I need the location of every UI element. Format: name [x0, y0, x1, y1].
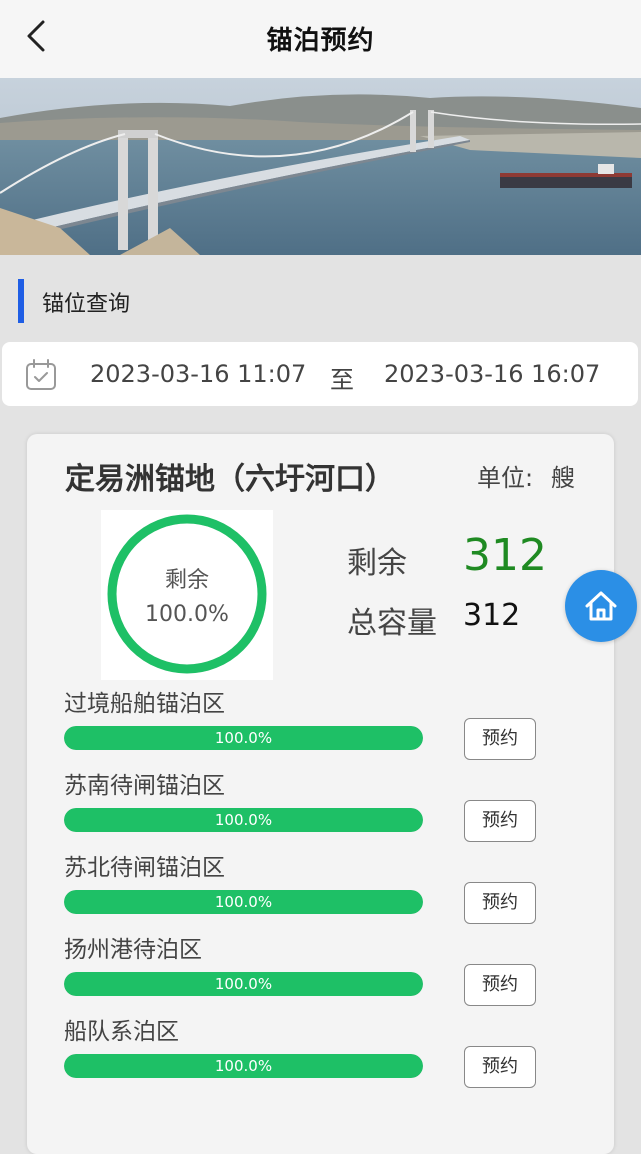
zone-progress-text: 100.0% [214, 893, 273, 911]
zone-item: 船队系泊区 100.0% 预约 [64, 1012, 584, 1094]
zone-name: 过境船舶锚泊区 [64, 691, 225, 717]
home-icon [585, 591, 617, 621]
zone-progress-text: 100.0% [214, 1057, 273, 1075]
section-accent-bar [18, 279, 24, 323]
anchorage-name: 定易洲锚地（六圩河口） [65, 462, 395, 497]
total-capacity-value: 312 [463, 598, 521, 633]
section-title: 锚位查询 [42, 292, 131, 317]
remaining-value: 312 [463, 530, 547, 581]
page-title: 锚泊预约 [266, 26, 375, 56]
zone-item: 过境船舶锚泊区 100.0% 预约 [64, 684, 584, 766]
zone-name: 扬州港待泊区 [64, 937, 202, 963]
end-datetime[interactable]: 2023-03-16 16:07 [384, 360, 600, 388]
zone-progress-text: 100.0% [214, 729, 273, 747]
reserve-button[interactable]: 预约 [464, 718, 536, 760]
date-range-picker[interactable]: 2023-03-16 11:07 至 2023-03-16 16:07 [2, 342, 638, 406]
zone-progress-bar: 100.0% [64, 1054, 423, 1078]
remaining-label: 剩余 [347, 546, 407, 581]
zone-item: 扬州港待泊区 100.0% 预约 [64, 930, 584, 1012]
gauge-ring [107, 514, 267, 674]
zone-progress-bar: 100.0% [64, 890, 423, 914]
zone-name: 船队系泊区 [64, 1019, 179, 1045]
zone-name: 苏北待闸锚泊区 [64, 855, 225, 881]
top-nav-bar: 锚泊预约 [0, 0, 641, 78]
reserve-button[interactable]: 预约 [464, 882, 536, 924]
zone-item: 苏北待闸锚泊区 100.0% 预约 [64, 848, 584, 930]
remaining-gauge: 剩余 100.0% [101, 510, 273, 680]
zone-progress-text: 100.0% [214, 811, 273, 829]
zone-name: 苏南待闸锚泊区 [64, 773, 225, 799]
zone-progress-bar: 100.0% [64, 808, 423, 832]
unit-value: 艘 [551, 464, 575, 492]
reserve-button[interactable]: 预约 [464, 1046, 536, 1088]
gauge-label: 剩余 [164, 568, 209, 593]
banner-image [0, 78, 641, 255]
reserve-button[interactable]: 预约 [464, 800, 536, 842]
reserve-button[interactable]: 预约 [464, 964, 536, 1006]
zone-progress-bar: 100.0% [64, 972, 423, 996]
home-button[interactable] [565, 570, 637, 642]
zone-item: 苏南待闸锚泊区 100.0% 预约 [64, 766, 584, 848]
total-capacity-label: 总容量 [347, 606, 437, 641]
anchorage-card: 定易洲锚地（六圩河口） 单位: 艘 剩余 100.0% 剩余 312 总容量 3… [27, 434, 614, 1154]
start-datetime[interactable]: 2023-03-16 11:07 [90, 360, 306, 388]
gauge-percent: 100.0% [145, 602, 229, 627]
zone-progress-text: 100.0% [214, 975, 273, 993]
unit-label: 单位: [477, 464, 534, 492]
calendar-icon [26, 359, 56, 390]
zone-progress-bar: 100.0% [64, 726, 423, 750]
date-range-separator: 至 [330, 366, 354, 394]
